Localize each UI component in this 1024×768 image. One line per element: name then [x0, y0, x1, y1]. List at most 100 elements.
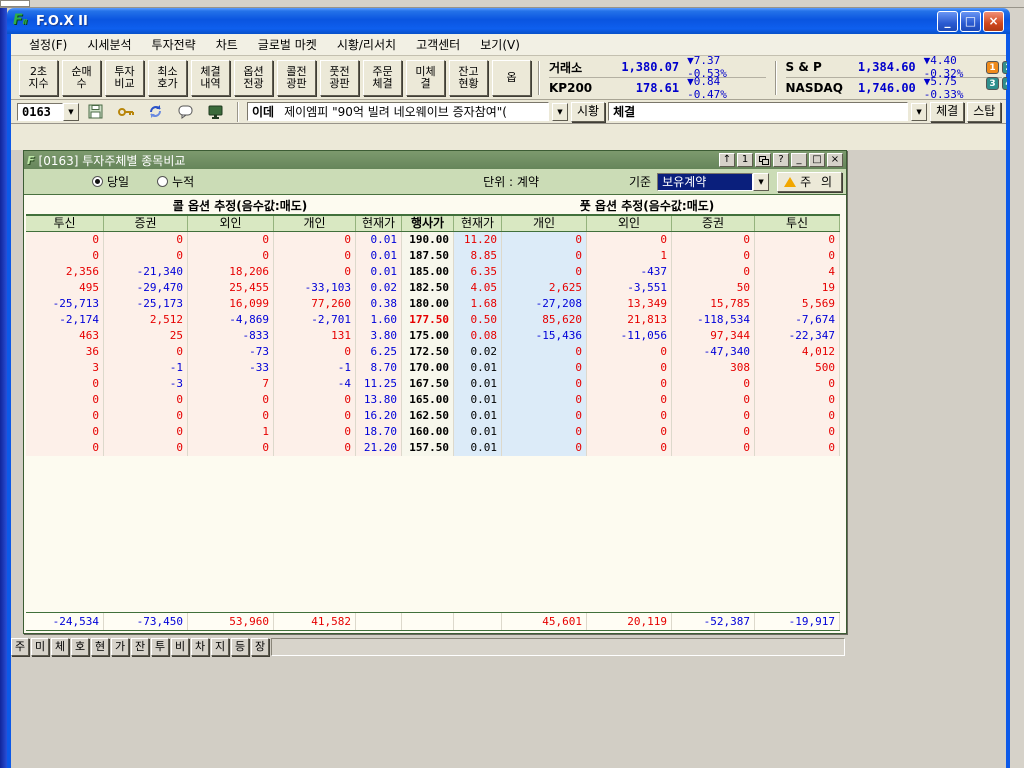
- radio-cumulative[interactable]: [157, 176, 168, 187]
- quick-tab-button[interactable]: 잔: [131, 638, 149, 656]
- quick-tab-button[interactable]: 등: [231, 638, 249, 656]
- summary-row: -24,534-73,45053,96041,58245,60120,119-5…: [26, 612, 840, 631]
- column-header: 현재가: [356, 216, 402, 231]
- cell: 175.00: [402, 328, 454, 344]
- quick-button[interactable]: 2: [1002, 61, 1007, 74]
- chevron-down-icon[interactable]: ▼: [63, 103, 79, 121]
- help-button[interactable]: ?: [773, 153, 789, 167]
- quick-button[interactable]: 4: [1002, 77, 1007, 90]
- toolbar-button[interactable]: 옵션 전광: [234, 60, 273, 96]
- menu-item[interactable]: 시세분석: [77, 34, 141, 55]
- cell: 0: [672, 248, 755, 264]
- minimize-button[interactable]: _: [937, 11, 958, 32]
- menu-item[interactable]: 고객센터: [406, 34, 470, 55]
- basis-select-value[interactable]: 보유계약: [657, 173, 753, 191]
- one-button[interactable]: 1: [737, 153, 753, 167]
- toolbar-button[interactable]: 체결 내역: [191, 60, 230, 96]
- sihwang-button[interactable]: 시황: [571, 102, 605, 122]
- menu-item[interactable]: 시황/리서치: [327, 34, 406, 55]
- cell: 0: [587, 360, 672, 376]
- maximize-button[interactable]: □: [960, 11, 981, 32]
- screen-code-combo[interactable]: 0163 ▼: [17, 103, 79, 121]
- cell: 170.00: [402, 360, 454, 376]
- quick-tab-button[interactable]: 가: [111, 638, 129, 656]
- summary-cell: [454, 613, 502, 630]
- exec-button[interactable]: 체결: [930, 102, 964, 122]
- column-header: 투신: [755, 216, 840, 231]
- news-chevron-down-icon[interactable]: ▼: [552, 103, 568, 121]
- cascade-button[interactable]: [755, 153, 771, 167]
- titlebar[interactable]: FⅡ F.O.X II _ □ ×: [7, 8, 1010, 34]
- toolbar-button[interactable]: 미체 결: [406, 60, 445, 96]
- cell: -3: [104, 376, 188, 392]
- quick-tab-button[interactable]: 현: [91, 638, 109, 656]
- quick-tab-button[interactable]: 차: [191, 638, 209, 656]
- toolbar-button[interactable]: 최소 호가: [148, 60, 187, 96]
- toolbar-button[interactable]: 2초 지수: [19, 60, 58, 96]
- toolbar-button[interactable]: 콜전 광판: [277, 60, 316, 96]
- table-row: 0-37-411.25167.500.010000: [26, 376, 840, 392]
- menu-item[interactable]: 차트: [206, 34, 248, 55]
- cell: 18,206: [188, 264, 274, 280]
- cell: 0.01: [454, 392, 502, 408]
- quick-tab-button[interactable]: 지: [211, 638, 229, 656]
- cell: 0: [26, 376, 104, 392]
- close-button[interactable]: ×: [827, 153, 843, 167]
- screen-code-input[interactable]: 0163: [17, 103, 63, 121]
- cell: 0: [672, 264, 755, 280]
- quick-tab-button[interactable]: 미: [31, 638, 49, 656]
- toolbar-button[interactable]: 잔고 현황: [449, 60, 488, 96]
- toolbar: 2초 지수순매 수투자 비교최소 호가체결 내역옵션 전광콜전 광판풋전 광판주…: [11, 56, 1006, 100]
- maximize-button[interactable]: □: [809, 153, 825, 167]
- toolbar-buttons: 2초 지수순매 수투자 비교최소 호가체결 내역옵션 전광콜전 광판풋전 광판주…: [17, 60, 533, 96]
- basis-select[interactable]: 보유계약 ▼: [657, 173, 769, 191]
- radio-daily[interactable]: [92, 176, 103, 187]
- key-icon[interactable]: [117, 103, 134, 120]
- cell: 187.50: [402, 248, 454, 264]
- summary-cell: [402, 613, 454, 630]
- quick-tab-button[interactable]: 호: [71, 638, 89, 656]
- cell: 19: [755, 280, 840, 296]
- cell: 0: [26, 248, 104, 264]
- quick-tab-button[interactable]: 체: [51, 638, 69, 656]
- toolbar-button[interactable]: 투자 비교: [105, 60, 144, 96]
- save-icon[interactable]: [87, 103, 104, 120]
- cell: 0: [755, 424, 840, 440]
- warning-button[interactable]: 주 의: [777, 172, 842, 192]
- menu-item[interactable]: 보기(V): [470, 34, 530, 55]
- cell: 0: [26, 408, 104, 424]
- quick-button[interactable]: 1: [986, 61, 999, 74]
- menu-bar: 설정(F)시세분석투자전략차트글로벌 마켓시황/리서치고객센터보기(V): [11, 34, 1006, 56]
- cell: 0: [104, 344, 188, 360]
- menu-item[interactable]: 글로벌 마켓: [248, 34, 327, 55]
- quick-tab-button[interactable]: 장: [251, 638, 269, 656]
- toolbar-button[interactable]: 옵: [492, 60, 531, 96]
- column-header: 개인: [274, 216, 356, 231]
- cell: 0: [587, 408, 672, 424]
- cell: 182.50: [402, 280, 454, 296]
- basis-chevron-down-icon[interactable]: ▼: [753, 173, 769, 191]
- cell: 167.50: [402, 376, 454, 392]
- quick-tab-button[interactable]: 주: [11, 638, 29, 656]
- inner-titlebar[interactable]: F [0163] 투자주체별 종목비교 ↑1?_□×: [24, 151, 846, 169]
- menu-item[interactable]: 투자전략: [142, 34, 206, 55]
- quick-tab-button[interactable]: 비: [171, 638, 189, 656]
- minimize-button[interactable]: _: [791, 153, 807, 167]
- rollup-button[interactable]: ↑: [719, 153, 735, 167]
- summary-cell: 45,601: [502, 613, 587, 630]
- close-button[interactable]: ×: [983, 11, 1004, 32]
- exec-chevron-down-icon[interactable]: ▼: [911, 103, 927, 121]
- toolbar-button[interactable]: 순매 수: [62, 60, 101, 96]
- quick-tab-button[interactable]: 투: [151, 638, 169, 656]
- toolbar-button[interactable]: 풋전 광판: [320, 60, 359, 96]
- monitor-icon[interactable]: [207, 103, 224, 120]
- quick-button[interactable]: 3: [986, 77, 999, 90]
- toolbar-button[interactable]: 주문 체결: [363, 60, 402, 96]
- refresh-icon[interactable]: [147, 103, 164, 120]
- menu-item[interactable]: 설정(F): [19, 34, 77, 55]
- cell: 1: [188, 424, 274, 440]
- put-group-header: 풋 옵션 추정(음수값:매도): [454, 197, 840, 214]
- chat-icon[interactable]: [177, 103, 194, 120]
- exec-combo-field: 체결: [608, 102, 908, 121]
- stop-button[interactable]: 스탑: [967, 102, 1001, 122]
